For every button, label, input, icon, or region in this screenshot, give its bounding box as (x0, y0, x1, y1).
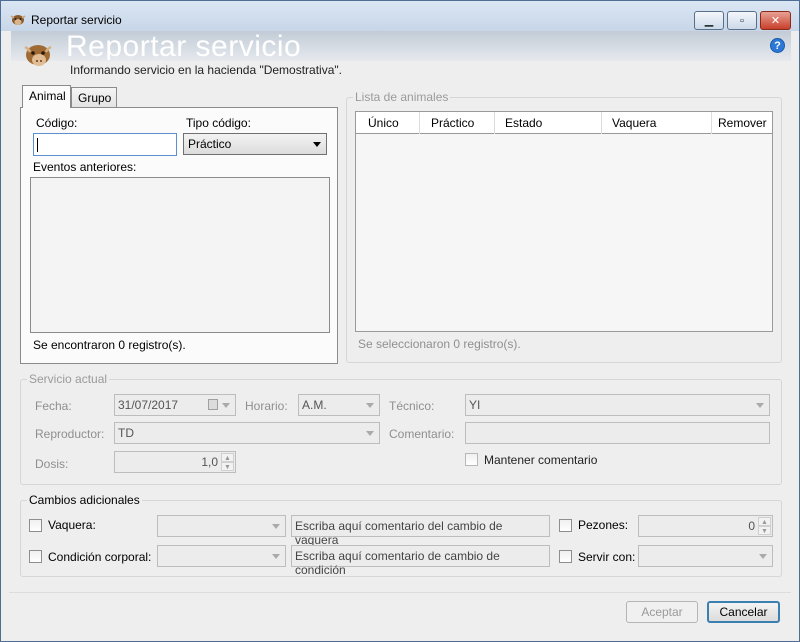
servir-con-select[interactable] (638, 545, 773, 567)
codigo-input[interactable] (33, 133, 177, 156)
servicio-actual-legend: Servicio actual (27, 372, 110, 386)
pezones-label: Pezones: (578, 518, 629, 532)
column-unico[interactable]: Único (356, 112, 420, 134)
horario-label: Horario: (245, 399, 288, 413)
cancelar-button[interactable]: Cancelar (707, 601, 780, 623)
column-vaquera[interactable]: Vaquera (602, 112, 712, 134)
eventos-status: Se encontraron 0 registro(s). (33, 338, 186, 352)
minimize-icon: ▁ (704, 15, 714, 27)
dosis-value: 1,0 (201, 455, 218, 469)
vaquera-checkbox[interactable] (29, 519, 42, 532)
page-subtitle: Informando servicio en la hacienda "Demo… (70, 63, 342, 77)
chevron-down-icon (366, 431, 374, 436)
condicion-corporal-label: Condición corporal: (48, 550, 152, 564)
fecha-label: Fecha: (35, 399, 72, 413)
chevron-down-icon (759, 554, 767, 559)
maximize-icon: ▫ (740, 14, 744, 27)
cow-head-icon (10, 15, 26, 25)
tipo-codigo-label: Tipo código: (186, 116, 251, 130)
chevron-down-icon (272, 554, 280, 559)
minimize-button[interactable]: ▁ (694, 11, 724, 30)
fecha-picker[interactable]: 31/07/2017 (114, 394, 236, 416)
horario-select[interactable]: A.M. (298, 394, 380, 416)
close-button[interactable]: ✕ (760, 11, 791, 30)
pezones-stepper[interactable]: 0 ▲ ▼ (638, 515, 773, 537)
column-remover[interactable]: Remover (712, 112, 772, 134)
tipo-codigo-value: Práctico (188, 137, 232, 151)
servir-con-label: Servir con: (578, 550, 636, 564)
tipo-codigo-select[interactable]: Práctico (183, 133, 327, 155)
chevron-down-icon (366, 403, 374, 408)
mantener-comentario-label: Mantener comentario (484, 453, 598, 467)
condicion-comment-input[interactable]: Escriba aquí comentario de cambio de con… (291, 545, 550, 577)
spin-up-icon[interactable]: ▲ (758, 517, 771, 526)
dialog-window: Reportar servicio ▁ ▫ ✕ Reportar servici… (0, 0, 800, 642)
column-estado[interactable]: Estado (495, 112, 602, 134)
comentario-label: Comentario: (389, 427, 455, 441)
condicion-corporal-select[interactable] (157, 545, 286, 567)
reproductor-label: Reproductor: (35, 427, 105, 441)
tecnico-select[interactable]: YI (465, 394, 770, 416)
chevron-down-icon (272, 524, 280, 529)
maximize-button[interactable]: ▫ (727, 11, 757, 30)
chevron-down-icon (313, 142, 321, 147)
page-title: Reportar servicio (66, 32, 302, 60)
text-caret (37, 138, 38, 152)
vaquera-select[interactable] (157, 515, 286, 537)
comentario-input[interactable] (465, 422, 770, 444)
eventos-label: Eventos anteriores: (33, 160, 137, 174)
vaquera-label: Vaquera: (48, 518, 96, 532)
close-icon: ✕ (770, 15, 781, 27)
window-title: Reportar servicio (31, 13, 122, 27)
fecha-value: 31/07/2017 (118, 398, 179, 412)
eventos-list[interactable] (30, 177, 330, 333)
tecnico-value: YI (469, 398, 481, 412)
animales-status: Se seleccionaron 0 registro(s). (358, 337, 521, 351)
pezones-checkbox[interactable] (559, 519, 572, 532)
app-logo-icon (24, 45, 52, 66)
lista-animales-legend: Lista de animales (353, 90, 451, 104)
tab-grupo[interactable]: Grupo (71, 87, 117, 108)
cambios-adicionales-legend: Cambios adicionales (27, 493, 142, 507)
chevron-down-icon (756, 403, 764, 408)
mantener-comentario-checkbox[interactable] (465, 453, 478, 466)
horario-value: A.M. (302, 398, 327, 412)
tab-animal[interactable]: Animal (22, 85, 71, 108)
servir-con-checkbox[interactable] (559, 550, 572, 563)
spin-up-icon[interactable]: ▲ (221, 453, 234, 462)
dosis-label: Dosis: (35, 457, 69, 471)
aceptar-button[interactable]: Aceptar (626, 601, 698, 623)
animales-grid[interactable]: Único Práctico Estado Vaquera Remover (355, 111, 773, 332)
dosis-stepper[interactable]: 1,0 ▲ ▼ (114, 451, 236, 473)
grid-header: Único Práctico Estado Vaquera Remover (356, 112, 772, 134)
condicion-corporal-checkbox[interactable] (29, 550, 42, 563)
title-bar[interactable]: Reportar servicio ▁ ▫ ✕ (1, 1, 799, 31)
spin-down-icon[interactable]: ▼ (221, 462, 234, 471)
pezones-value: 0 (748, 519, 755, 533)
tecnico-label: Técnico: (389, 399, 435, 413)
column-practico[interactable]: Práctico (420, 112, 495, 134)
vaquera-comment-input[interactable]: Escriba aquí comentario del cambio de va… (291, 515, 550, 547)
reproductor-select[interactable]: TD (114, 422, 380, 444)
reproductor-value: TD (118, 426, 134, 440)
calendar-icon (208, 399, 218, 410)
chevron-down-icon (222, 403, 230, 408)
codigo-label: Código: (36, 116, 78, 130)
help-icon[interactable]: ? (770, 38, 785, 53)
footer-divider (9, 592, 791, 593)
spin-down-icon[interactable]: ▼ (758, 526, 771, 535)
